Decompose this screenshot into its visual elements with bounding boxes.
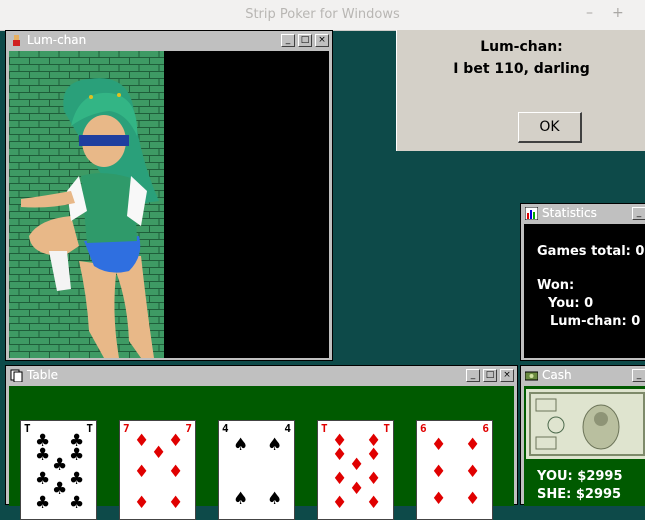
card-suit-pip: ♦ bbox=[168, 493, 184, 513]
card-suit-pip: ♣ bbox=[52, 479, 68, 499]
you-wins: You: 0 bbox=[548, 296, 594, 311]
statistics-title: Statistics bbox=[542, 206, 597, 220]
card-suit-pip: ♦ bbox=[134, 462, 150, 482]
message-speaker: Lum-chan: bbox=[480, 39, 563, 55]
card-rank: 6 bbox=[420, 422, 427, 435]
card-rank: T bbox=[383, 422, 390, 435]
card-suit-pip: ♦ bbox=[332, 445, 348, 465]
card-suit-pip: ♣ bbox=[69, 469, 85, 489]
lum-chan-window: Lum-chan _ □ × bbox=[5, 30, 333, 361]
card-suit-pip: ♦ bbox=[431, 462, 447, 482]
close-icon[interactable]: × bbox=[315, 34, 329, 47]
playing-card[interactable]: T T ♣ ♣ ♣ ♣ ♣ ♣ ♣ ♣ ♣ ♣ bbox=[20, 420, 97, 520]
minimize-icon[interactable]: _ bbox=[632, 369, 645, 382]
character-icon bbox=[13, 35, 20, 46]
card-suit-pip: ♦ bbox=[465, 489, 481, 509]
statistics-titlebar[interactable]: Statistics _ bbox=[522, 205, 645, 222]
card-suit-pip: ♦ bbox=[349, 455, 365, 475]
card-suit-pip: ♠ bbox=[267, 489, 283, 509]
opponent-cash: SHE: $2995 bbox=[537, 487, 622, 502]
maximize-icon[interactable]: □ bbox=[483, 369, 497, 382]
table-titlebar[interactable]: Table _ □ × bbox=[7, 367, 516, 384]
card-rank: 4 bbox=[222, 422, 229, 435]
cash-title: Cash bbox=[542, 368, 572, 382]
card-suit-pip: ♦ bbox=[151, 443, 167, 463]
games-total: Games total: 0 bbox=[537, 244, 645, 259]
chart-icon bbox=[525, 207, 538, 220]
minimize-icon[interactable]: _ bbox=[466, 369, 480, 382]
card-rank: 7 bbox=[123, 422, 130, 435]
maximize-icon[interactable]: □ bbox=[298, 34, 312, 47]
app-titlebar: Strip Poker for Windows – + bbox=[0, 0, 645, 31]
card-suit-pip: ♠ bbox=[267, 435, 283, 455]
card-suit-pip: ♦ bbox=[431, 489, 447, 509]
card-rank: T bbox=[24, 422, 31, 435]
lum-chan-picture bbox=[9, 51, 329, 358]
playing-card[interactable]: 4 4 ♠ ♠ ♠ ♠ bbox=[218, 420, 295, 520]
minimize-icon[interactable]: _ bbox=[632, 207, 645, 220]
won-label: Won: bbox=[537, 278, 575, 293]
card-suit-pip: ♦ bbox=[332, 469, 348, 489]
card-suit-pip: ♣ bbox=[35, 493, 51, 513]
dollar-bill-image bbox=[526, 389, 645, 459]
card-suit-pip: ♠ bbox=[233, 489, 249, 509]
playing-card[interactable]: 6 6 ♦ ♦ ♦ ♦ ♦ ♦ bbox=[416, 420, 493, 520]
app-title: Strip Poker for Windows bbox=[245, 7, 400, 22]
minimize-icon[interactable]: _ bbox=[281, 34, 295, 47]
card-suit-pip: ♠ bbox=[233, 435, 249, 455]
message-text: I bet 110, darling bbox=[453, 61, 590, 77]
message-dialog: Lum-chan: I bet 110, darling OK bbox=[396, 30, 645, 151]
card-suit-pip: ♣ bbox=[52, 455, 68, 475]
card-suit-pip: ♦ bbox=[366, 469, 382, 489]
player-cash: YOU: $2995 bbox=[537, 469, 623, 484]
lum-chan-title: Lum-chan bbox=[27, 33, 87, 47]
table-felt: T T ♣ ♣ ♣ ♣ ♣ ♣ ♣ ♣ ♣ ♣ 7 7 ♦ ♦ ♦ ♦ ♦ ♦ ♦ 4 4 ♠ ♠ ♠ ♠ T T ♦ ♦ ♦ ♦ ♦ ♦ ♦ ♦ ♦ ♦ 6… bbox=[9, 386, 514, 520]
statistics-window: Statistics _ Games total: 0 Won: You: 0 … bbox=[520, 203, 645, 361]
card-rank: 6 bbox=[482, 422, 489, 435]
ok-button[interactable]: OK bbox=[518, 112, 582, 143]
cash-window: Cash _ YOU: $2995 SHE: $2995 bbox=[520, 365, 645, 506]
money-icon bbox=[525, 371, 538, 381]
card-suit-pip: ♣ bbox=[69, 445, 85, 465]
card-suit-pip: ♣ bbox=[69, 493, 85, 513]
opponent-wins: Lum-chan: 0 bbox=[550, 314, 641, 329]
statistics-panel: Games total: 0 Won: You: 0 Lum-chan: 0 bbox=[524, 224, 645, 358]
card-suit-pip: ♦ bbox=[134, 493, 150, 513]
card-suit-pip: ♣ bbox=[35, 445, 51, 465]
card-rank: T bbox=[86, 422, 93, 435]
card-suit-pip: ♦ bbox=[366, 445, 382, 465]
card-suit-pip: ♦ bbox=[168, 431, 184, 451]
playing-card[interactable]: T T ♦ ♦ ♦ ♦ ♦ ♦ ♦ ♦ ♦ ♦ bbox=[317, 420, 394, 520]
card-suit-pip: ♦ bbox=[465, 462, 481, 482]
card-suit-pip: ♦ bbox=[349, 479, 365, 499]
maximize-button[interactable]: + bbox=[612, 5, 624, 21]
card-suit-pip: ♦ bbox=[332, 493, 348, 513]
card-suit-pip: ♣ bbox=[35, 469, 51, 489]
lum-chan-titlebar[interactable]: Lum-chan _ □ × bbox=[7, 32, 331, 49]
playing-card[interactable]: 7 7 ♦ ♦ ♦ ♦ ♦ ♦ ♦ bbox=[119, 420, 196, 520]
close-icon[interactable]: × bbox=[500, 369, 514, 382]
card-suit-pip: ♦ bbox=[431, 435, 447, 455]
table-window: Table _ □ × T T ♣ ♣ ♣ ♣ ♣ ♣ ♣ ♣ ♣ ♣ 7 7 ♦ ♦ ♦ ♦ ♦ ♦ ♦ 4 4 ♠ ♠ ♠ ♠ T… bbox=[5, 365, 518, 520]
cards-icon bbox=[10, 369, 23, 382]
card-suit-pip: ♦ bbox=[366, 493, 382, 513]
cash-panel: YOU: $2995 SHE: $2995 bbox=[524, 386, 645, 506]
card-rank: T bbox=[321, 422, 328, 435]
card-suit-pip: ♦ bbox=[134, 431, 150, 451]
cash-titlebar[interactable]: Cash _ bbox=[522, 367, 645, 384]
table-title: Table bbox=[27, 368, 59, 382]
card-suit-pip: ♦ bbox=[465, 435, 481, 455]
card-rank: 7 bbox=[185, 422, 192, 435]
minimize-button[interactable]: – bbox=[586, 5, 593, 21]
card-rank: 4 bbox=[284, 422, 291, 435]
card-suit-pip: ♦ bbox=[168, 462, 184, 482]
